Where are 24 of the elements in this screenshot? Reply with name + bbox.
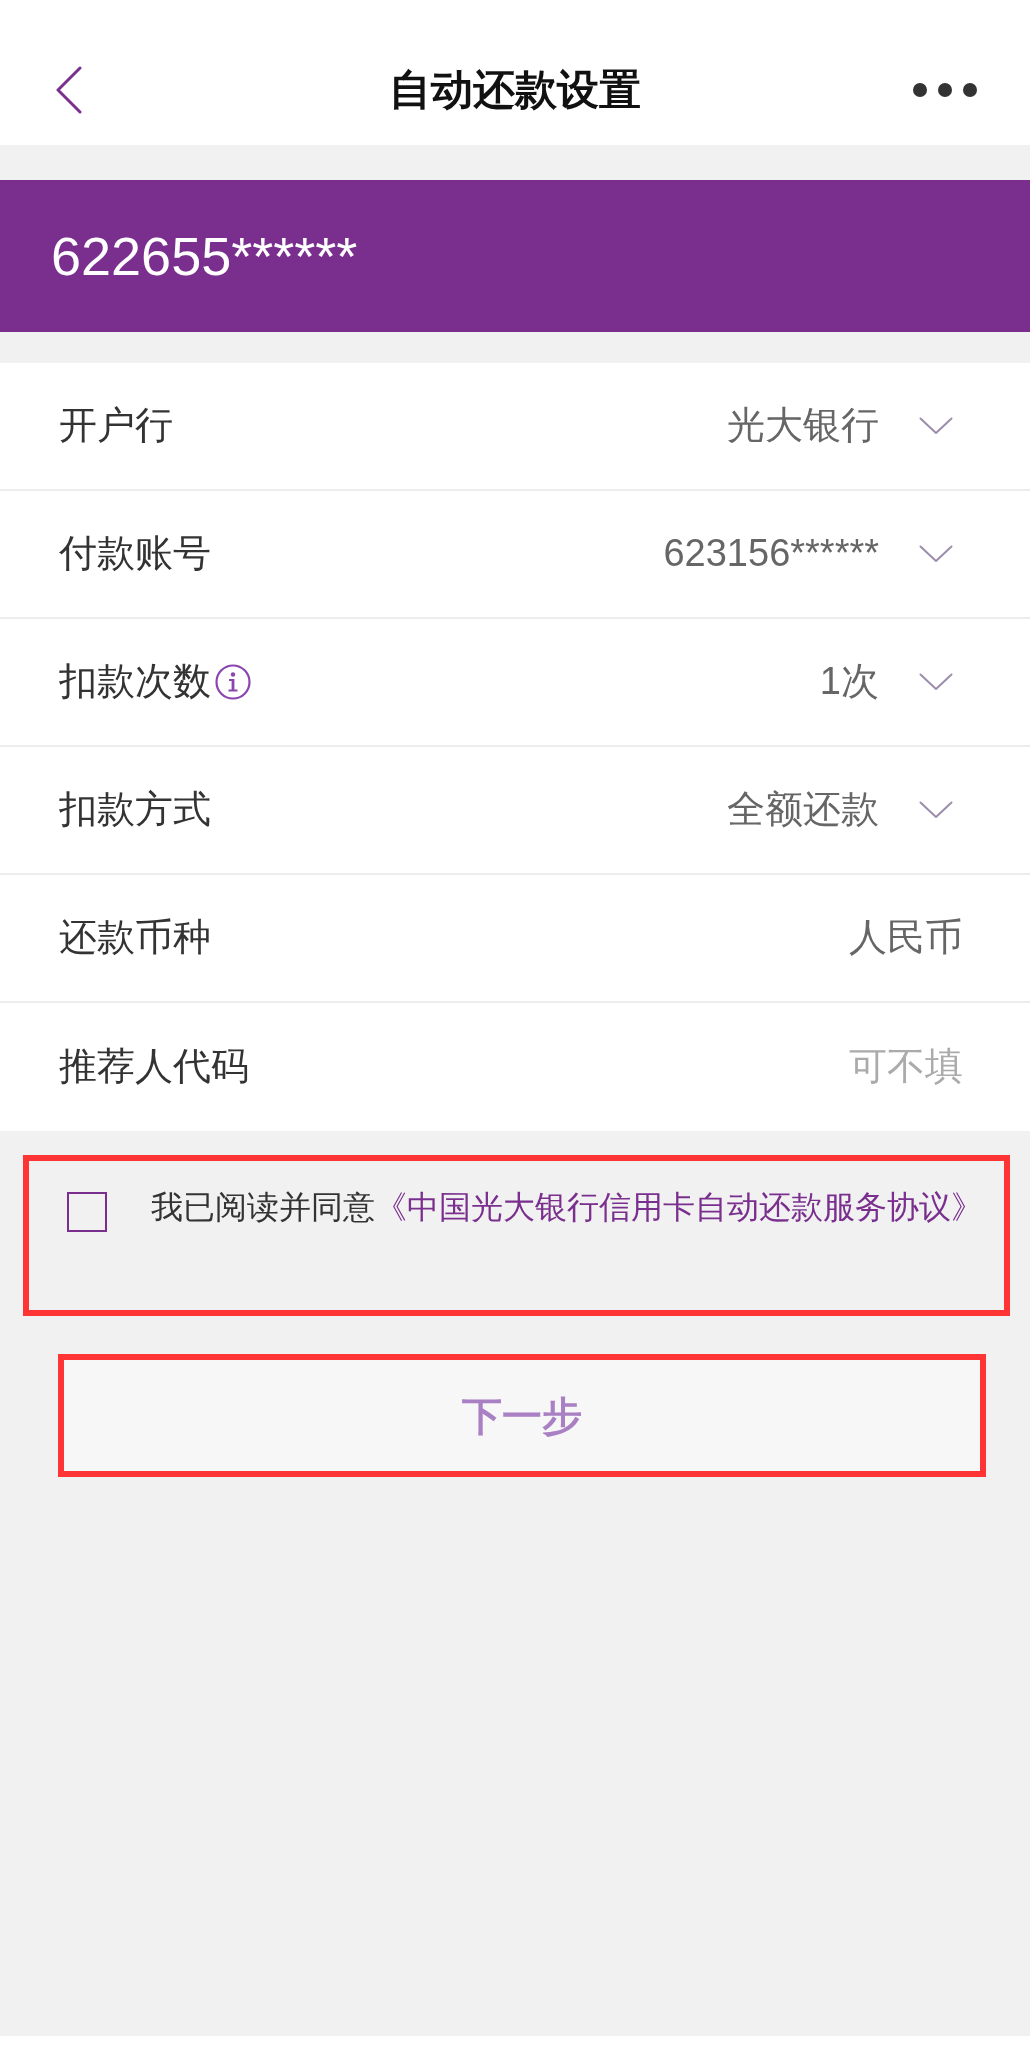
chevron-down-icon — [919, 417, 953, 435]
field-label: 付款账号 — [59, 531, 211, 577]
field-label: 还款币种 — [59, 915, 211, 961]
chevron-down-icon — [919, 673, 953, 691]
field-label: 推荐人代码 — [59, 1044, 249, 1090]
back-icon[interactable] — [55, 66, 83, 114]
field-value: 人民币 — [849, 915, 963, 961]
more-icon[interactable] — [913, 83, 977, 97]
card-number: 622655****** — [51, 224, 358, 288]
field-label: 扣款次数 — [59, 659, 211, 705]
select-field[interactable]: 全额还款 — [727, 787, 963, 833]
text-field[interactable]: 可不填 — [543, 1044, 963, 1090]
chevron-down-icon — [919, 801, 953, 819]
select-field[interactable]: 623156****** — [663, 531, 963, 577]
info-icon[interactable] — [215, 664, 251, 700]
select-field[interactable]: 光大银行 — [727, 403, 963, 449]
checkbox[interactable] — [67, 1192, 107, 1232]
page-title: 自动还款设置 — [388, 64, 642, 115]
select-field[interactable]: 1次 — [819, 659, 963, 705]
agreement-link[interactable]: 《中国光大银行信用卡自动还款服务协议》 — [375, 1189, 983, 1225]
agreement-text: 我已阅读并同意《中国光大银行信用卡自动还款服务协议》 — [151, 1188, 983, 1227]
field-label: 扣款方式 — [59, 787, 211, 833]
chevron-down-icon — [919, 545, 953, 563]
field-label: 开户行 — [59, 403, 173, 449]
